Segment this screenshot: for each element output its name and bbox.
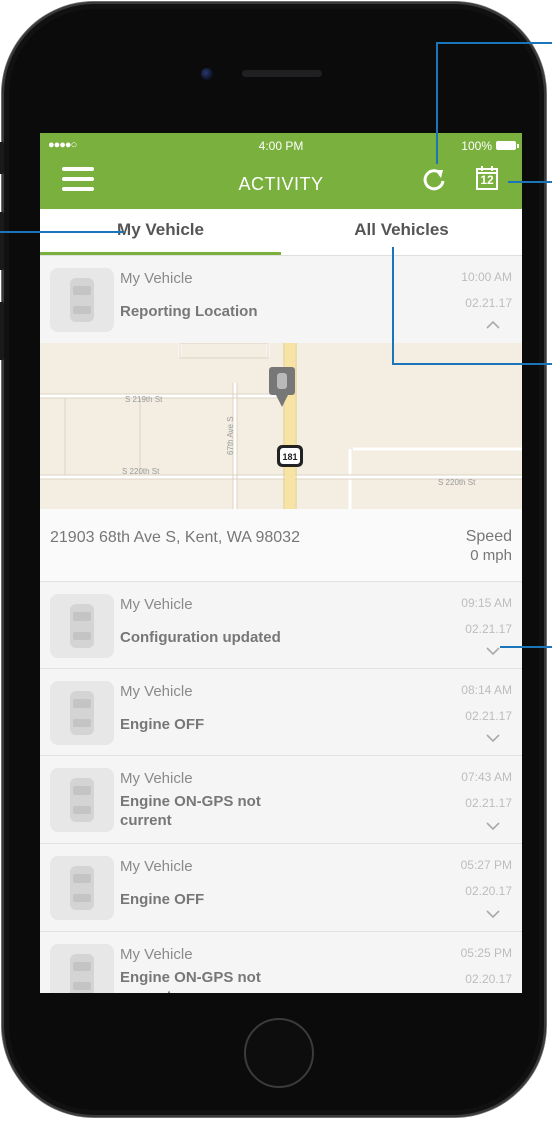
event-date: 02.21.17 (465, 796, 512, 810)
activity-item[interactable]: My Vehicle Engine OFF 05:27 PM 02.20.17 (40, 844, 522, 932)
vehicle-name: My Vehicle (120, 270, 193, 287)
refresh-icon[interactable] (421, 167, 447, 193)
activity-item[interactable]: My Vehicle Configuration updated 09:15 A… (40, 582, 522, 669)
vehicle-thumbnail (50, 768, 114, 832)
status-bar: ●●●●○ 4:00 PM 100% (40, 139, 522, 155)
car-icon (70, 691, 94, 735)
event-time: 05:25 PM (460, 946, 512, 960)
location-map[interactable]: S 219th St S 220th St S 220th St 67th Av… (40, 343, 522, 509)
event-time: 09:15 AM (461, 596, 512, 610)
event-time: 10:00 AM (461, 270, 512, 284)
battery-icon (496, 141, 519, 150)
callout-line (0, 231, 124, 233)
event-date: 02.21.17 (465, 709, 512, 723)
speed-value: 0 mph (470, 547, 512, 564)
callout-line (436, 42, 438, 164)
speaker-grille (242, 70, 322, 77)
chevron-down-icon[interactable] (486, 822, 500, 831)
camera (201, 68, 213, 80)
event-date: 02.21.17 (465, 296, 512, 310)
route-number: 181 (282, 452, 297, 462)
event-label: Reporting Location (120, 303, 258, 320)
activity-item[interactable]: My Vehicle Engine ON-GPS not current 05:… (40, 932, 522, 993)
vehicle-thumbnail (50, 681, 114, 745)
vehicle-thumbnail (50, 944, 114, 993)
event-time: 07:43 AM (461, 770, 512, 784)
app-screen: ●●●●○ 4:00 PM 100% ACTIVITY 12 My Vehicl… (40, 133, 522, 993)
home-button[interactable] (244, 1018, 314, 1088)
event-time: 08:14 AM (461, 683, 512, 697)
page-title: ACTIVITY (238, 174, 324, 194)
event-time: 05:27 PM (460, 858, 512, 872)
vehicle-thumbnail (50, 594, 114, 658)
callout-line (500, 646, 552, 648)
event-label: Engine ON-GPS not current (120, 793, 261, 829)
callout-line (436, 42, 552, 44)
vehicle-name: My Vehicle (120, 858, 193, 875)
map-avenue-label: 67th Ave S (226, 416, 235, 455)
vehicle-name: My Vehicle (120, 946, 193, 963)
activity-item[interactable]: My Vehicle Engine ON-GPS not current 07:… (40, 756, 522, 844)
car-icon (70, 954, 94, 993)
event-date: 02.20.17 (465, 972, 512, 986)
car-icon (70, 278, 94, 322)
volume-down-button (0, 302, 4, 360)
vehicle-name: My Vehicle (120, 683, 193, 700)
vehicle-name: My Vehicle (120, 596, 193, 613)
vehicle-thumbnail (50, 268, 114, 332)
calendar-icon[interactable]: 12 (476, 166, 498, 190)
callout-line (392, 247, 394, 364)
callout-line (508, 181, 552, 183)
battery-percent: 100% (461, 139, 492, 153)
map-street-label: S 219th St (125, 395, 163, 404)
mute-switch (0, 142, 4, 174)
vehicle-name: My Vehicle (120, 770, 193, 787)
chevron-up-icon[interactable] (486, 320, 500, 329)
address-text: 21903 68th Ave S, Kent, WA 98032 (50, 529, 300, 546)
volume-up-button (0, 212, 4, 270)
activity-list: My Vehicle Reporting Location 10:00 AM 0… (40, 256, 522, 993)
activity-item-expanded[interactable]: My Vehicle Reporting Location 10:00 AM 0… (40, 256, 522, 343)
event-label: Configuration updated (120, 629, 281, 646)
car-icon (70, 866, 94, 910)
phone-frame: ●●●●○ 4:00 PM 100% ACTIVITY 12 My Vehicl… (0, 2, 546, 1117)
chevron-down-icon[interactable] (486, 910, 500, 919)
event-date: 02.21.17 (465, 622, 512, 636)
tab-all-vehicles[interactable]: All Vehicles (281, 209, 522, 255)
route-shield-icon: 181 (277, 445, 303, 467)
location-details: 21903 68th Ave S, Kent, WA 98032 Speed 0… (40, 509, 522, 582)
chevron-down-icon[interactable] (486, 734, 500, 743)
chevron-down-icon[interactable] (486, 647, 500, 656)
activity-item[interactable]: My Vehicle Engine OFF 08:14 AM 02.21.17 (40, 669, 522, 756)
vehicle-thumbnail (50, 856, 114, 920)
car-icon (70, 604, 94, 648)
status-time: 4:00 PM (258, 139, 304, 153)
app-header: ●●●●○ 4:00 PM 100% ACTIVITY 12 (40, 133, 522, 209)
calendar-day: 12 (480, 173, 494, 187)
map-street-label: S 220th St (122, 467, 160, 476)
car-icon (70, 778, 94, 822)
map-street-label: S 220th St (438, 478, 476, 487)
event-label: Engine OFF (120, 716, 205, 733)
callout-line (392, 363, 552, 365)
speed-label: Speed (465, 528, 512, 545)
event-label: Engine ON-GPS not current (120, 969, 261, 993)
event-label: Engine OFF (120, 891, 205, 908)
event-date: 02.20.17 (465, 884, 512, 898)
